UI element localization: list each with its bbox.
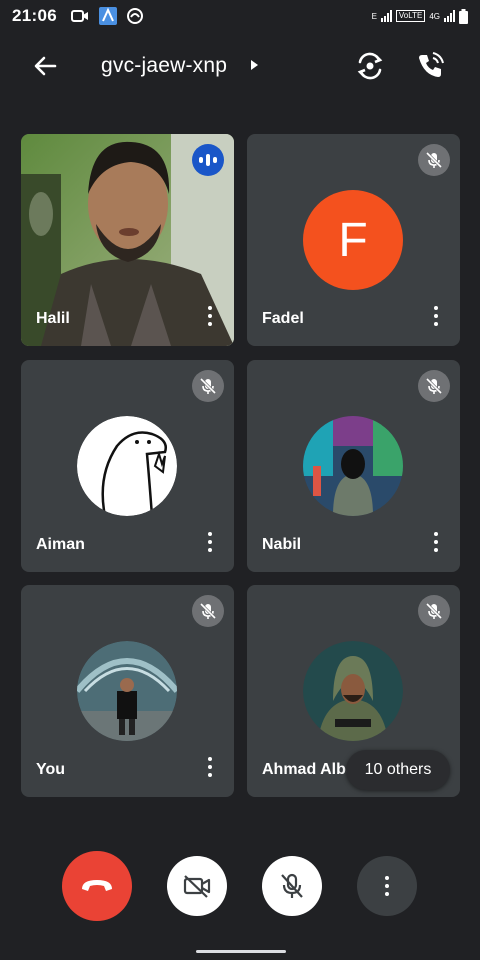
participant-tile-you[interactable]: You	[21, 585, 234, 797]
participant-avatar	[303, 641, 403, 741]
signal-icon-2	[444, 10, 455, 22]
videocam-off-icon	[183, 875, 211, 898]
more-vert-icon	[385, 874, 389, 898]
network-type: 4G	[429, 11, 440, 21]
participant-avatar	[303, 416, 403, 516]
mic-off-icon	[418, 370, 450, 402]
participant-tile-nabil[interactable]: Nabil	[247, 360, 460, 572]
volte-badge: VoLTE	[395, 10, 426, 22]
more-vert-icon[interactable]	[204, 306, 216, 328]
mic-off-icon	[192, 370, 224, 402]
participant-tile-aiman[interactable]: Aiman	[21, 360, 234, 572]
participant-tile-halil[interactable]: Halil	[21, 134, 234, 346]
more-vert-icon[interactable]	[430, 306, 442, 328]
participant-name: Nabil	[262, 536, 302, 553]
battery-icon	[459, 8, 468, 24]
mic-off-icon	[192, 595, 224, 627]
sim-label: E	[371, 11, 377, 21]
mic-off-icon	[418, 595, 450, 627]
participant-name: Aiman	[36, 536, 85, 553]
phone-hangup-icon	[82, 880, 112, 891]
home-indicator[interactable]	[196, 950, 286, 953]
meeting-code[interactable]: gvc-jaew-xnp	[101, 54, 227, 78]
status-bar: 21:06 E VoLTE 4G	[0, 0, 480, 32]
back-arrow-icon[interactable]	[28, 52, 62, 80]
status-system-icons: E VoLTE 4G	[371, 8, 468, 24]
more-options-button[interactable]	[357, 856, 417, 916]
participant-name: Ahmad Alba	[262, 761, 355, 778]
more-vert-icon[interactable]	[204, 532, 216, 554]
more-vert-icon[interactable]	[430, 532, 442, 554]
call-header: gvc-jaew-xnp	[0, 40, 480, 92]
switch-camera-icon[interactable]	[354, 50, 386, 82]
phone-speaker-icon[interactable]	[414, 50, 446, 82]
mic-off-icon	[281, 873, 303, 898]
end-call-button[interactable]	[62, 851, 132, 921]
chevron-right-icon[interactable]	[248, 57, 260, 73]
participant-avatar	[77, 641, 177, 741]
sync-notification-icon	[126, 8, 143, 24]
speaking-indicator-icon	[192, 144, 224, 176]
more-vert-icon[interactable]	[204, 757, 216, 779]
signal-icon	[380, 10, 392, 22]
mic-toggle-button[interactable]	[262, 856, 322, 916]
status-time: 21:06	[12, 6, 57, 25]
participant-name: Fadel	[262, 310, 304, 327]
participant-name: Halil	[36, 310, 70, 327]
participant-avatar	[77, 416, 177, 516]
mic-off-icon	[418, 144, 450, 176]
camera-toggle-button[interactable]	[167, 856, 227, 916]
status-notification-icons	[70, 7, 143, 25]
participant-name: You	[36, 761, 66, 778]
others-button[interactable]: 10 others	[346, 750, 450, 790]
video-notification-icon	[70, 10, 88, 22]
letter-avatar: F	[303, 190, 403, 290]
participant-tile-fadel[interactable]: F Fadel	[247, 134, 460, 346]
maps-notification-icon	[98, 7, 117, 25]
